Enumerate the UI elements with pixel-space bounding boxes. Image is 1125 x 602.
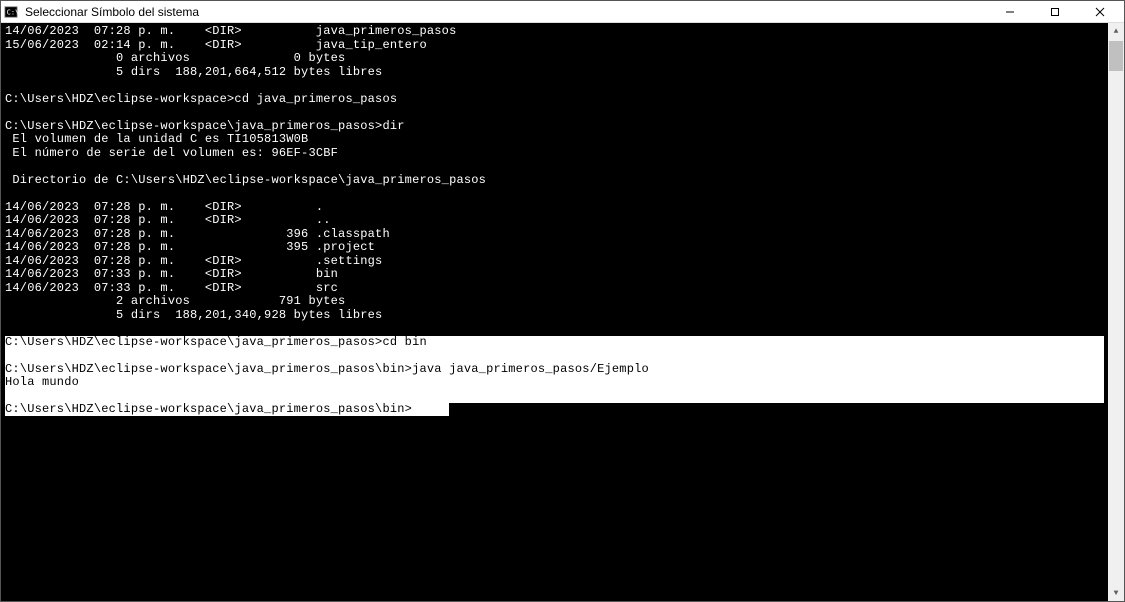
terminal-line (5, 79, 1120, 93)
terminal-line (5, 106, 1120, 120)
terminal-area[interactable]: 14/06/2023 07:28 p. m. <DIR> java_primer… (1, 23, 1124, 601)
terminal-line: 14/06/2023 07:33 p. m. <DIR> bin (5, 268, 1120, 282)
terminal-line: 14/06/2023 07:28 p. m. 396 .classpath (5, 228, 1120, 242)
terminal-line: 14/06/2023 07:28 p. m. 395 .project (5, 241, 1120, 255)
terminal-line: El volumen de la unidad C es TI105813W0B (5, 133, 1120, 147)
window-title: Seleccionar Símbolo del sistema (25, 5, 987, 19)
svg-text:C:\: C:\ (7, 8, 18, 16)
terminal-line: 5 dirs 188,201,664,512 bytes libres (5, 66, 1120, 80)
scrollbar-thumb[interactable] (1109, 41, 1123, 71)
terminal-line-selected: C:\Users\HDZ\eclipse-workspace\java_prim… (5, 363, 1104, 377)
terminal-line: 14/06/2023 07:28 p. m. <DIR> .settings (5, 255, 1120, 269)
terminal-line-selected (5, 390, 1104, 404)
terminal-line-selected: Hola mundo (5, 376, 1104, 390)
terminal-line: 5 dirs 188,201,340,928 bytes libres (5, 309, 1120, 323)
titlebar[interactable]: C:\ Seleccionar Símbolo del sistema (1, 1, 1124, 23)
terminal-line: C:\Users\HDZ\eclipse-workspace\java_prim… (5, 120, 1120, 134)
scroll-up-arrow[interactable]: ▲ (1108, 23, 1124, 39)
terminal-selection-pad (412, 402, 449, 416)
terminal-prompt-line: C:\Users\HDZ\eclipse-workspace\java_prim… (5, 403, 1120, 417)
scrollbar[interactable]: ▲ ▼ (1108, 23, 1124, 601)
terminal-line (5, 187, 1120, 201)
terminal-line-selected (5, 349, 1104, 363)
terminal-line: 14/06/2023 07:28 p. m. <DIR> java_primer… (5, 25, 1120, 39)
terminal-line: El número de serie del volumen es: 96EF-… (5, 147, 1120, 161)
terminal-line: 0 archivos 0 bytes (5, 52, 1120, 66)
terminal-line: C:\Users\HDZ\eclipse-workspace>cd java_p… (5, 93, 1120, 107)
terminal-line: 14/06/2023 07:28 p. m. <DIR> . (5, 201, 1120, 215)
terminal-line (5, 322, 1120, 336)
terminal-line (5, 160, 1120, 174)
close-button[interactable] (1077, 1, 1122, 22)
scroll-down-arrow[interactable]: ▼ (1108, 585, 1124, 601)
terminal-prompt-selected: C:\Users\HDZ\eclipse-workspace\java_prim… (5, 402, 412, 416)
minimize-button[interactable] (987, 1, 1032, 22)
maximize-button[interactable] (1032, 1, 1077, 22)
terminal-content[interactable]: 14/06/2023 07:28 p. m. <DIR> java_primer… (1, 23, 1124, 419)
terminal-line: 15/06/2023 02:14 p. m. <DIR> java_tip_en… (5, 39, 1120, 53)
window-controls (987, 1, 1122, 22)
terminal-line: 14/06/2023 07:33 p. m. <DIR> src (5, 282, 1120, 296)
terminal-line: Directorio de C:\Users\HDZ\eclipse-works… (5, 174, 1120, 188)
terminal-line: 2 archivos 791 bytes (5, 295, 1120, 309)
scrollbar-track[interactable]: ▲ ▼ (1108, 23, 1124, 601)
terminal-line-selected: C:\Users\HDZ\eclipse-workspace\java_prim… (5, 336, 1104, 350)
cmd-window: C:\ Seleccionar Símbolo del sistema 14/0… (0, 0, 1125, 602)
terminal-line: 14/06/2023 07:28 p. m. <DIR> .. (5, 214, 1120, 228)
cmd-icon: C:\ (3, 4, 19, 20)
